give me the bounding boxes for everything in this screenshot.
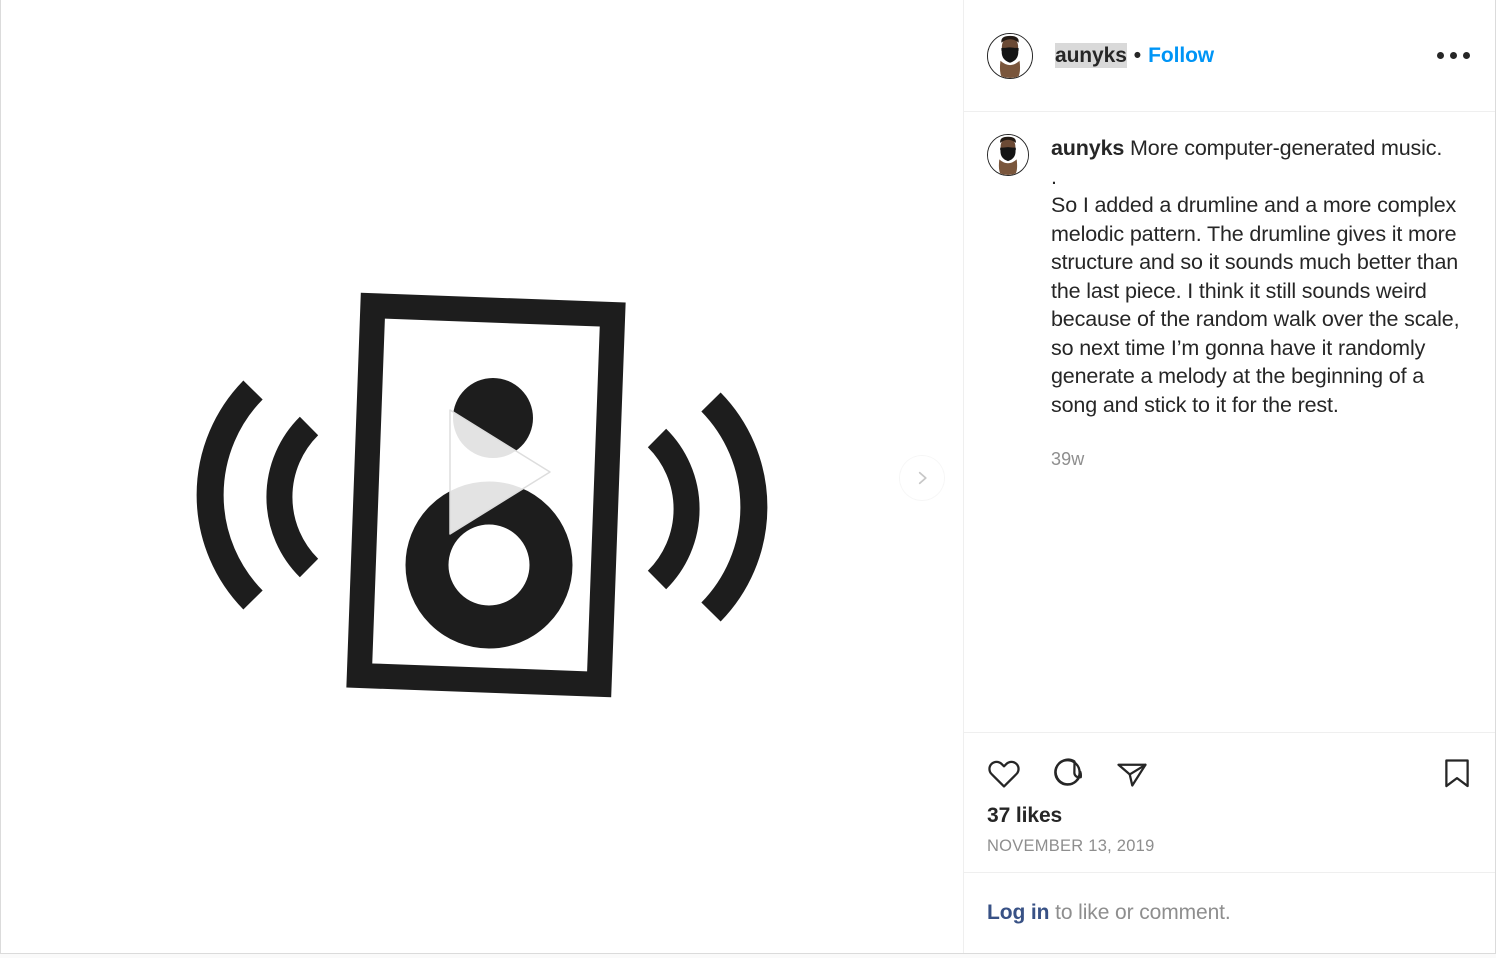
comment-bubble-icon xyxy=(1054,758,1083,786)
login-prompt: Log in to like or comment. xyxy=(987,901,1231,925)
post-media-panel xyxy=(1,0,963,953)
header-username-group: aunyks • Follow xyxy=(1055,42,1214,69)
login-prompt-region: Log in to like or comment. xyxy=(964,872,1495,953)
post-date: NOVEMBER 13, 2019 xyxy=(987,837,1155,855)
caption-main-text: More computer-generated music. . So I ad… xyxy=(1051,136,1460,417)
avatar[interactable] xyxy=(987,32,1033,79)
save-button[interactable] xyxy=(1428,751,1474,795)
caption-timestamp[interactable]: 39w xyxy=(1051,449,1470,470)
caption-author[interactable]: aunyks xyxy=(1051,136,1124,160)
comment-button[interactable] xyxy=(1051,751,1097,795)
likes-count[interactable]: 37 likes xyxy=(987,804,1474,828)
caption-text: aunyks More computer-generated music. . … xyxy=(1051,134,1470,419)
like-button[interactable] xyxy=(987,751,1033,795)
action-region: 37 likes NOVEMBER 13, 2019 xyxy=(964,732,1495,872)
more-dot-icon xyxy=(1436,52,1444,59)
more-options-button[interactable] xyxy=(1430,36,1476,76)
more-dot-icon xyxy=(1449,52,1457,59)
paper-plane-icon xyxy=(1117,763,1147,787)
caption-body: aunyks More computer-generated music. . … xyxy=(1051,134,1470,470)
avatar-image xyxy=(988,135,1028,175)
speaker-woofer xyxy=(405,481,573,649)
post-sidebar: aunyks • Follow aunyks More computer-gen… xyxy=(963,0,1495,953)
share-button[interactable] xyxy=(1115,751,1161,795)
follow-button[interactable]: Follow xyxy=(1148,44,1214,68)
post-header: aunyks • Follow xyxy=(964,0,1495,112)
chevron-right-icon xyxy=(918,471,927,485)
more-dot-icon xyxy=(1462,52,1470,59)
instagram-post: aunyks • Follow aunyks More computer-gen… xyxy=(0,0,1496,954)
caption-row: aunyks More computer-generated music. . … xyxy=(987,134,1470,470)
header-username[interactable]: aunyks xyxy=(1055,42,1127,69)
caption-region: aunyks More computer-generated music. . … xyxy=(964,112,1495,732)
login-prompt-rest: to like or comment. xyxy=(1049,901,1231,924)
carousel-next-button[interactable] xyxy=(900,456,944,500)
log-in-link[interactable]: Log in xyxy=(987,901,1049,924)
bookmark-icon xyxy=(1445,759,1469,788)
avatar-image xyxy=(988,33,1032,78)
action-icon-bar xyxy=(987,751,1474,795)
caption-avatar[interactable] xyxy=(987,134,1029,176)
media-stage[interactable] xyxy=(1,0,963,953)
speaker-illustration xyxy=(196,292,768,698)
header-separator: • xyxy=(1133,43,1142,67)
heart-icon xyxy=(988,760,1020,788)
